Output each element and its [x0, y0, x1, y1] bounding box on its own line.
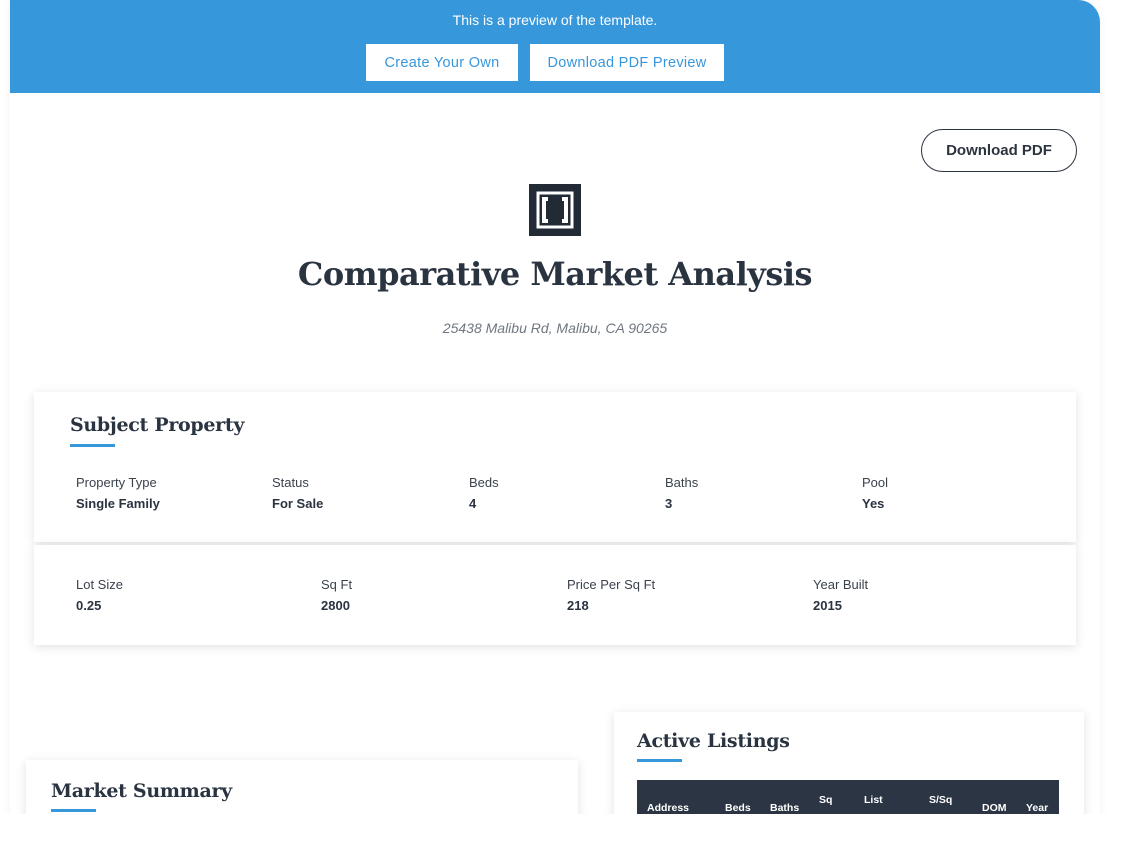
column-header-sale-per-sq-ft[interactable]: S/Sq [929, 792, 952, 808]
create-your-own-button[interactable]: Create Your Own [366, 44, 518, 81]
lot-size-label: Lot Size [76, 577, 123, 592]
status-label: Status [272, 475, 309, 490]
market-summary-title: Market Summary [51, 780, 232, 802]
column-header-sq-ft[interactable]: Sq [819, 792, 832, 808]
preview-message: This is a preview of the template. [452, 12, 658, 28]
beds-label: Beds [469, 475, 499, 490]
year-built-value: 2015 [813, 598, 842, 613]
beds-value: 4 [469, 496, 477, 511]
property-type-label: Property Type [76, 475, 157, 490]
subject-property-details-card: Lot Size 0.25 Sq Ft 2800 Price Per Sq Ft… [34, 545, 1076, 645]
active-listings-title: Active Listings [637, 730, 790, 752]
status-value: For Sale [272, 496, 324, 511]
property-address: 25438 Malibu Rd, Malibu, CA 90265 [442, 320, 668, 336]
lot-size-value: 0.25 [76, 598, 102, 613]
subject-property-card: Subject Property Property Type Single Fa… [34, 392, 1076, 542]
price-per-sq-ft-label: Price Per Sq Ft [567, 577, 656, 592]
section-underline [51, 809, 96, 812]
column-header-list-price[interactable]: List [864, 792, 883, 808]
baths-value: 3 [665, 496, 673, 511]
bracket-logo-icon [529, 184, 581, 236]
section-underline [70, 444, 115, 447]
property-type-value: Single Family [76, 496, 160, 511]
sq-ft-label: Sq Ft [321, 577, 353, 592]
download-pdf-preview-button[interactable]: Download PDF Preview [530, 44, 724, 81]
price-per-sq-ft-value: 218 [567, 598, 589, 613]
subject-property-title: Subject Property [70, 414, 245, 436]
sq-ft-value: 2800 [321, 598, 350, 613]
baths-label: Baths [665, 475, 699, 490]
download-pdf-button[interactable]: Download PDF [921, 129, 1077, 172]
pool-value: Yes [862, 496, 885, 511]
report-title: Comparative Market Analysis [297, 255, 813, 293]
year-built-label: Year Built [813, 577, 869, 592]
pool-label: Pool [862, 475, 889, 490]
viewport-cutoff [0, 814, 1123, 858]
section-underline [637, 759, 682, 762]
